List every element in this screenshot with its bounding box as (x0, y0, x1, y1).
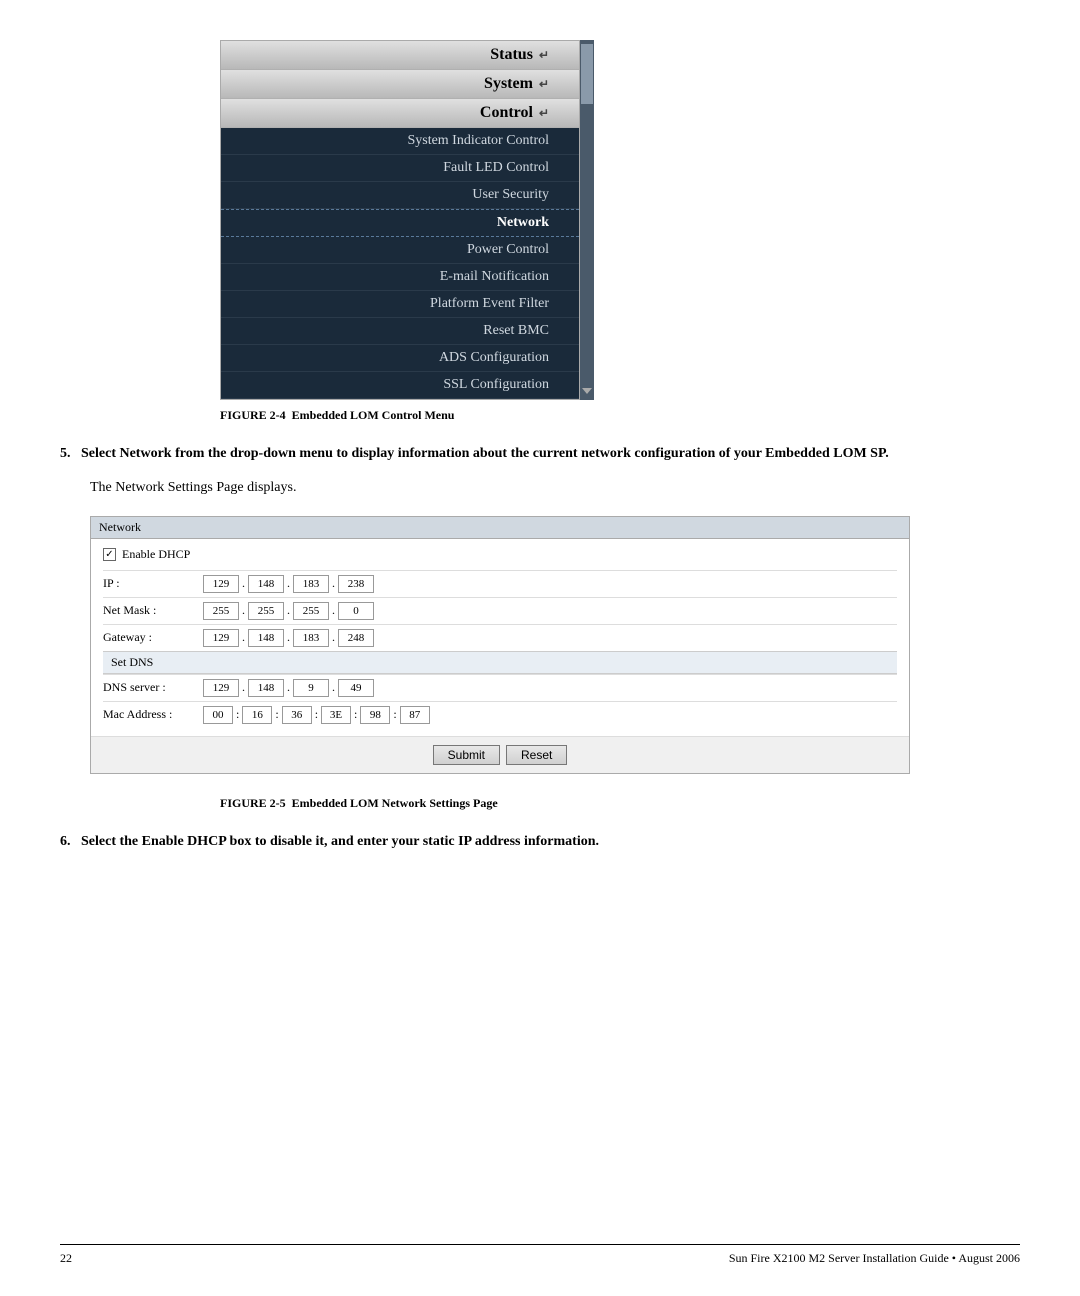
control-menu-screenshot: Status ↵ System ↵ Control ↵ System Indic… (220, 40, 580, 400)
menu-item-label: Network (497, 215, 549, 231)
mac-octet-4[interactable]: 3E (321, 706, 351, 724)
gateway-octet-1[interactable]: 129 (203, 629, 239, 647)
gateway-row: Gateway : 129 . 148 . 183 . 248 (103, 624, 897, 651)
menu-item-control[interactable]: Control ↵ (221, 99, 579, 128)
menu-item-label: Power Control (467, 242, 549, 258)
menu-screenshot-wrapper: Status ↵ System ↵ Control ↵ System Indic… (60, 40, 594, 400)
menu-item-label: E-mail Notification (440, 269, 549, 285)
menu-item-ads-config[interactable]: ADS Configuration (221, 345, 579, 372)
netmask-label: Net Mask : (103, 603, 203, 618)
dns-octet-3[interactable]: 9 (293, 679, 329, 697)
ip-octet-1[interactable]: 129 (203, 575, 239, 593)
menu-item-reset-bmc[interactable]: Reset BMC (221, 318, 579, 345)
menu-item-status[interactable]: Status ↵ (221, 41, 579, 70)
mac-octet-1[interactable]: 00 (203, 706, 233, 724)
menu-item-label: Control (480, 104, 533, 122)
dns-label: DNS server : (103, 680, 203, 695)
menu-item-power-control[interactable]: Power Control (221, 237, 579, 264)
ip-label: IP : (103, 576, 203, 591)
submit-button[interactable]: Submit (433, 745, 500, 765)
menu-item-system[interactable]: System ↵ (221, 70, 579, 99)
dns-octet-4[interactable]: 49 (338, 679, 374, 697)
step-6-number: 6. (60, 834, 71, 849)
mac-octet-2[interactable]: 16 (242, 706, 272, 724)
menu-item-email-notification[interactable]: E-mail Notification (221, 264, 579, 291)
footer: 22 Sun Fire X2100 M2 Server Installation… (60, 1244, 1020, 1266)
menu-arrow-system: ↵ (539, 77, 549, 92)
menu-item-platform-event[interactable]: Platform Event Filter (221, 291, 579, 318)
menu-arrow-status: ↵ (539, 48, 549, 63)
scrollbar[interactable] (580, 40, 594, 400)
ip-octet-3[interactable]: 183 (293, 575, 329, 593)
menu-item-label: Reset BMC (483, 323, 549, 339)
dns-octet-1[interactable]: 129 (203, 679, 239, 697)
dns-row: DNS server : 129 . 148 . 9 . 49 (103, 674, 897, 701)
step-6-text: Select the Enable DHCP box to disable it… (81, 834, 599, 849)
menu-item-label: ADS Configuration (439, 350, 549, 366)
mac-row: Mac Address : 00 : 16 : 36 : 3E : 98 : 8… (103, 701, 897, 728)
menu-arrow-control: ↵ (539, 106, 549, 121)
menu-item-fault-led[interactable]: Fault LED Control (221, 155, 579, 182)
menu-item-ssl-config[interactable]: SSL Configuration (221, 372, 579, 399)
dhcp-checkbox[interactable] (103, 548, 116, 561)
figure-4-caption: FIGURE 2-4 Embedded LOM Control Menu (220, 408, 454, 423)
dns-octet-2[interactable]: 148 (248, 679, 284, 697)
submit-row: Submit Reset (91, 736, 909, 773)
menu-item-label: Fault LED Control (443, 160, 549, 176)
figure-4-container: Status ↵ System ↵ Control ↵ System Indic… (60, 40, 1020, 423)
menu-item-network[interactable]: Network (221, 209, 579, 237)
mac-octet-5[interactable]: 98 (360, 706, 390, 724)
body-text-5: The Network Settings Page displays. (90, 477, 1020, 499)
menu-item-label: Status (490, 46, 533, 64)
mac-octet-3[interactable]: 36 (282, 706, 312, 724)
network-title-bar: Network (91, 517, 909, 539)
netmask-octet-4[interactable]: 0 (338, 602, 374, 620)
gateway-label: Gateway : (103, 630, 203, 645)
menu-item-label: System (484, 75, 533, 93)
reset-button[interactable]: Reset (506, 745, 567, 765)
netmask-octet-1[interactable]: 255 (203, 602, 239, 620)
step-5-text: Select Network from the drop-down menu t… (81, 446, 889, 461)
netmask-row: Net Mask : 255 . 255 . 255 . 0 (103, 597, 897, 624)
network-body: Enable DHCP IP : 129 . 148 . 183 . 238 N… (91, 539, 909, 736)
menu-item-label: SSL Configuration (443, 377, 549, 393)
step-6: 6. Select the Enable DHCP box to disable… (60, 831, 1020, 853)
netmask-fields: 255 . 255 . 255 . 0 (203, 602, 374, 620)
figure-5-caption: FIGURE 2-5 Embedded LOM Network Settings… (220, 796, 498, 811)
gateway-fields: 129 . 148 . 183 . 248 (203, 629, 374, 647)
gateway-octet-2[interactable]: 148 (248, 629, 284, 647)
ip-fields: 129 . 148 . 183 . 238 (203, 575, 374, 593)
mac-fields: 00 : 16 : 36 : 3E : 98 : 87 (203, 706, 430, 724)
scrollbar-thumb[interactable] (581, 44, 593, 104)
dhcp-row: Enable DHCP (103, 547, 897, 562)
step-5: 5. Select Network from the drop-down men… (60, 443, 1020, 465)
menu-item-system-indicator[interactable]: System Indicator Control (221, 128, 579, 155)
menu-list: Status ↵ System ↵ Control ↵ System Indic… (221, 41, 579, 399)
step-5-number: 5. (60, 446, 71, 461)
ip-row: IP : 129 . 148 . 183 . 238 (103, 570, 897, 597)
menu-item-label: System Indicator Control (407, 133, 549, 149)
network-settings-page: Network Enable DHCP IP : 129 . 148 . 183… (90, 516, 910, 774)
mac-octet-6[interactable]: 87 (400, 706, 430, 724)
gateway-octet-3[interactable]: 183 (293, 629, 329, 647)
dns-fields: 129 . 148 . 9 . 49 (203, 679, 374, 697)
page-number: 22 (60, 1251, 72, 1266)
gateway-octet-4[interactable]: 248 (338, 629, 374, 647)
figure-5-container: Network Enable DHCP IP : 129 . 148 . 183… (60, 516, 1020, 811)
ip-octet-2[interactable]: 148 (248, 575, 284, 593)
doc-title: Sun Fire X2100 M2 Server Installation Gu… (729, 1251, 1020, 1266)
mac-label: Mac Address : (103, 707, 203, 722)
set-dns-header: Set DNS (103, 651, 897, 674)
menu-item-label: Platform Event Filter (430, 296, 549, 312)
menu-item-user-security[interactable]: User Security (221, 182, 579, 209)
netmask-octet-2[interactable]: 255 (248, 602, 284, 620)
ip-octet-4[interactable]: 238 (338, 575, 374, 593)
menu-item-label: User Security (472, 187, 549, 203)
netmask-octet-3[interactable]: 255 (293, 602, 329, 620)
dhcp-label: Enable DHCP (122, 547, 190, 562)
